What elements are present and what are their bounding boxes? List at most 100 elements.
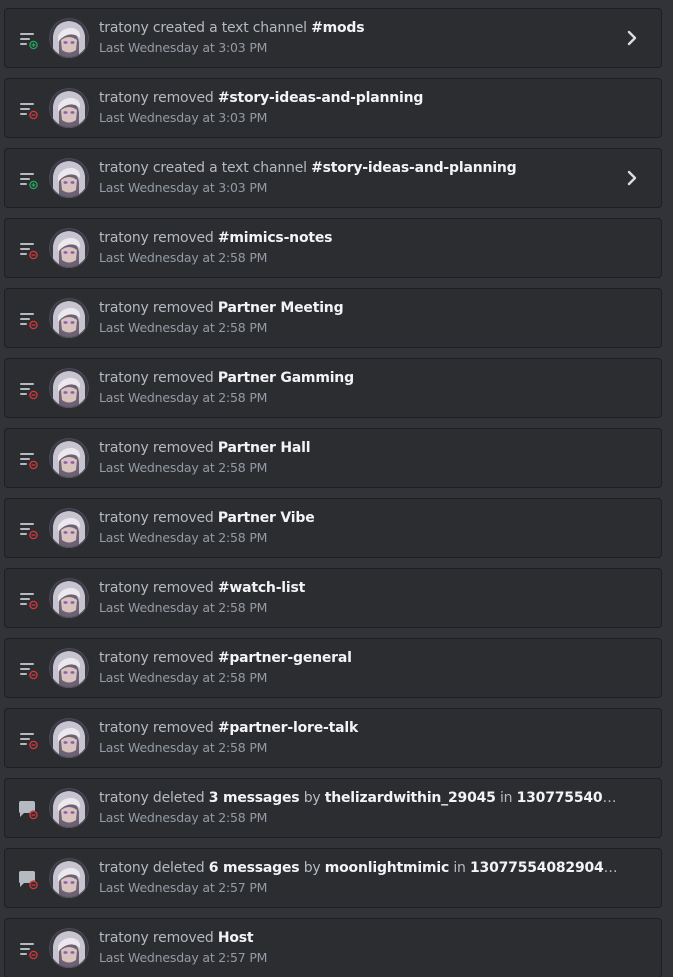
action-text: removed — [152, 510, 214, 526]
target-name: #watch-list — [217, 580, 306, 596]
target-name: Host — [217, 930, 254, 946]
timestamp: Last Wednesday at 2:58 PM — [99, 390, 268, 405]
audit-log-entry: tratony removed Partner Vibe Last Wednesd… — [4, 498, 662, 558]
avatar[interactable] — [49, 928, 89, 968]
avatar[interactable] — [49, 298, 89, 338]
audit-log-entry: tratony removed #mimics-notes Last Wednes… — [4, 218, 662, 278]
channel-delete-icon — [17, 728, 41, 752]
avatar[interactable] — [49, 368, 89, 408]
audit-log-entry[interactable]: tratony created a text channel #mods Last… — [4, 8, 662, 68]
entry-summary: tratony removed #watch-list — [99, 579, 619, 597]
target-name: Partner Hall — [217, 440, 311, 456]
action-text: removed — [152, 650, 214, 666]
target-name: #story-ideas-and-planning — [311, 160, 517, 176]
audit-log-entry: tratony removed #watch-list Last Wednesda… — [4, 568, 662, 628]
message-author: moonlightmimic — [324, 860, 450, 876]
timestamp: Last Wednesday at 3:03 PM — [99, 110, 268, 125]
avatar[interactable] — [49, 508, 89, 548]
avatar[interactable] — [49, 88, 89, 128]
action-text: removed — [152, 90, 214, 106]
target-name: #partner-lore-talk — [217, 720, 359, 736]
timestamp: Last Wednesday at 3:03 PM — [99, 40, 268, 55]
message-author: thelizardwithin_29045 — [324, 790, 496, 806]
actor-name: tratony — [99, 440, 149, 456]
avatar[interactable] — [49, 438, 89, 478]
channel-id: 1307755408290... — [516, 790, 619, 806]
actor-name: tratony — [99, 160, 149, 176]
target-name: Partner Vibe — [217, 510, 315, 526]
actor-name: tratony — [99, 580, 149, 596]
action-text: removed — [152, 440, 214, 456]
avatar[interactable] — [49, 228, 89, 268]
channel-delete-icon — [17, 308, 41, 332]
actor-name: tratony — [99, 790, 149, 806]
chevron-right-icon[interactable] — [625, 168, 639, 188]
audit-log-entry: tratony removed Host Last Wednesday at 2:… — [4, 918, 662, 977]
audit-log-entry: tratony deleted 3 messages by thelizardw… — [4, 778, 662, 838]
timestamp: Last Wednesday at 2:58 PM — [99, 670, 268, 685]
action-text: removed — [152, 230, 214, 246]
chevron-right-icon[interactable] — [625, 28, 639, 48]
timestamp: Last Wednesday at 2:58 PM — [99, 250, 268, 265]
avatar[interactable] — [49, 788, 89, 828]
entry-summary: tratony removed #partner-lore-talk — [99, 719, 619, 737]
timestamp: Last Wednesday at 2:58 PM — [99, 810, 268, 825]
actor-name: tratony — [99, 90, 149, 106]
audit-log-entry: tratony removed Partner Meeting Last Wedn… — [4, 288, 662, 348]
actor-name: tratony — [99, 650, 149, 666]
actor-name: tratony — [99, 720, 149, 736]
actor-name: tratony — [99, 860, 149, 876]
target-name: #mimics-notes — [217, 230, 333, 246]
action-text: deleted — [152, 790, 205, 806]
connector-text: in — [499, 790, 513, 806]
channel-delete-icon — [17, 588, 41, 612]
avatar[interactable] — [49, 858, 89, 898]
entry-summary: tratony removed #mimics-notes — [99, 229, 619, 247]
actor-name: tratony — [99, 300, 149, 316]
action-text: removed — [152, 580, 214, 596]
action-text: created a text channel — [152, 160, 307, 176]
audit-log-entry: tratony removed #partner-lore-talk Last W… — [4, 708, 662, 768]
entry-summary: tratony removed Partner Vibe — [99, 509, 619, 527]
timestamp: Last Wednesday at 2:58 PM — [99, 600, 268, 615]
channel-delete-icon — [17, 238, 41, 262]
actor-name: tratony — [99, 370, 149, 386]
entry-summary: tratony deleted 3 messages by thelizardw… — [99, 789, 619, 807]
timestamp: Last Wednesday at 2:58 PM — [99, 460, 268, 475]
target-name: #mods — [311, 20, 365, 36]
channel-delete-icon — [17, 98, 41, 122]
timestamp: Last Wednesday at 2:58 PM — [99, 530, 268, 545]
audit-log-entry: tratony removed Partner Gamming Last Wedn… — [4, 358, 662, 418]
audit-log-list: tratony created a text channel #mods Last… — [0, 0, 673, 977]
channel-delete-icon — [17, 658, 41, 682]
connector-text: in — [453, 860, 466, 876]
timestamp: Last Wednesday at 3:03 PM — [99, 180, 268, 195]
target-name: 6 messages — [208, 860, 300, 876]
audit-log-entry: tratony removed #partner-general Last Wed… — [4, 638, 662, 698]
entry-summary: tratony created a text channel #story-id… — [99, 159, 619, 177]
timestamp: Last Wednesday at 2:58 PM — [99, 740, 268, 755]
target-name: #partner-general — [217, 650, 352, 666]
audit-log-entry: tratony removed #story-ideas-and-plannin… — [4, 78, 662, 138]
channel-delete-icon — [17, 378, 41, 402]
target-name: Partner Meeting — [217, 300, 344, 316]
entry-summary: tratony removed Partner Meeting — [99, 299, 619, 317]
avatar[interactable] — [49, 18, 89, 58]
target-name: #story-ideas-and-planning — [217, 90, 424, 106]
entry-summary: tratony removed #story-ideas-and-plannin… — [99, 89, 619, 107]
entry-summary: tratony removed Partner Hall — [99, 439, 619, 457]
action-text: removed — [152, 370, 214, 386]
avatar[interactable] — [49, 158, 89, 198]
avatar[interactable] — [49, 648, 89, 688]
timestamp: Last Wednesday at 2:58 PM — [99, 320, 268, 335]
entry-summary: tratony removed Partner Gamming — [99, 369, 619, 387]
audit-log-entry[interactable]: tratony created a text channel #story-id… — [4, 148, 662, 208]
connector-text: by — [303, 860, 321, 876]
avatar[interactable] — [49, 718, 89, 758]
channel-delete-icon — [17, 518, 41, 542]
action-text: deleted — [152, 860, 205, 876]
channel-id: 1307755408290480227 — [470, 860, 619, 876]
actor-name: tratony — [99, 230, 149, 246]
avatar[interactable] — [49, 578, 89, 618]
audit-log-entry: tratony removed Partner Hall Last Wednesd… — [4, 428, 662, 488]
